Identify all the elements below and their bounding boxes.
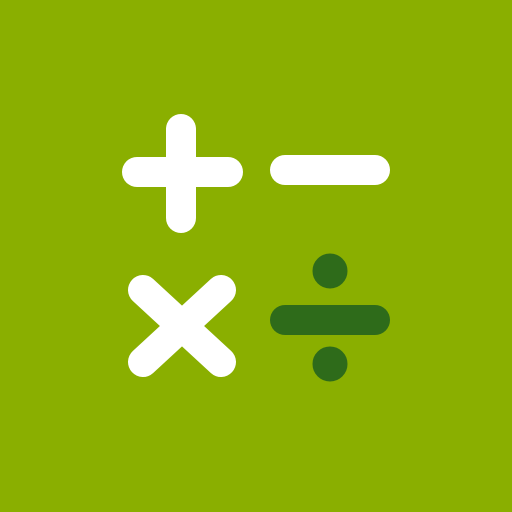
divide-top-dot (312, 253, 348, 289)
divide-bottom-dot (312, 346, 348, 382)
calculator-app-icon (0, 0, 512, 512)
multiply-icon (128, 275, 236, 377)
symbols-canvas (122, 114, 390, 382)
divide-icon (270, 253, 390, 382)
plus-icon (122, 114, 243, 233)
